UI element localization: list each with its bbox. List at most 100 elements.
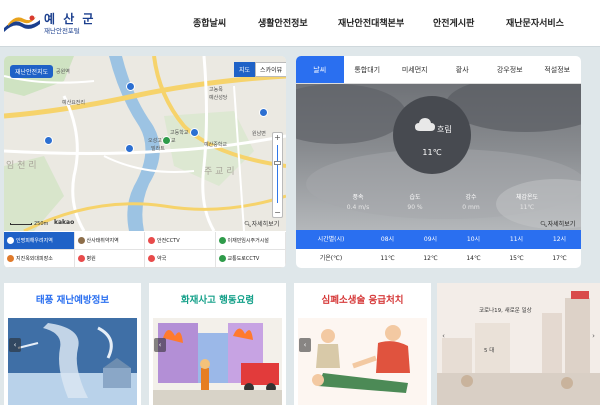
stat-humidity: 습도 90 % — [407, 194, 423, 211]
site-logo[interactable]: 예 산 군 재난안전포털 — [4, 8, 104, 38]
map-label: 임 천 리 — [6, 161, 37, 171]
hourly-temp: 17℃ — [552, 255, 567, 262]
cpr-illustration — [298, 318, 427, 405]
legend-item[interactable]: 지진옥외대피장소 — [4, 250, 75, 268]
hourly-temp-label: 기온(℃) — [319, 255, 343, 262]
hourly-forecast-table: 시간별(시) 08시 09시 10시 11시 12시 기온(℃) 11℃ 12℃… — [296, 230, 581, 268]
hourly-time: 09시 — [423, 236, 438, 243]
legend-marker-icon — [7, 255, 14, 262]
map-view[interactable]: 공원역 예산요전리 고농목 예산성당 고등학교 오성고등학교 빌라트 예산중학교… — [4, 56, 286, 231]
legend-marker-icon — [218, 237, 226, 244]
nav-disaster-sms[interactable]: 재난문자서비스 — [506, 16, 564, 29]
map-label: 예산요전리 — [62, 100, 86, 106]
hourly-time-label: 시간별(시) — [317, 236, 345, 243]
logo-subtitle: 재난안전포털 — [44, 27, 80, 35]
hourly-temp-row: 기온(℃) 11℃ 12℃ 14℃ 15℃ 17℃ — [296, 249, 581, 268]
nav-life-safety[interactable]: 생활안전정보 — [258, 16, 308, 29]
banner-text: 코로나19, 새로운 일상 — [479, 308, 532, 314]
logo-mark-icon — [4, 15, 40, 32]
legend-label: 인명피해우려지역 — [16, 238, 53, 244]
legend-label: 안전CCTV — [157, 238, 180, 244]
card-cpr[interactable]: 심폐소생술 응급처치 ‹ — [294, 283, 431, 405]
map-label: 예산성당 — [209, 95, 228, 101]
card-prev-icon[interactable]: ‹ — [9, 338, 21, 352]
card-prev-icon[interactable]: ‹ — [299, 338, 311, 352]
hourly-temp: 12℃ — [423, 255, 438, 262]
legend-item[interactable]: 인명피해우려지역 — [4, 232, 75, 250]
hourly-temp: 15℃ — [509, 255, 524, 262]
card-typhoon[interactable]: 태풍 재난예방정보 ‹ — [4, 283, 141, 405]
map-more-label: 🔍︎자세히보기 — [244, 221, 280, 228]
zoom-track[interactable] — [277, 145, 278, 203]
legend-marker-icon — [7, 237, 14, 244]
map-type-map-button[interactable]: 지도 — [234, 62, 256, 77]
header-divider — [0, 46, 600, 47]
card-title: 화재사고 행동요령 — [180, 295, 255, 306]
map-label: 고등학교 — [170, 130, 189, 136]
tab-weather[interactable]: 날씨 — [296, 56, 344, 83]
map-type-skyview-button[interactable]: 스카이뷰 — [255, 62, 286, 77]
safety-map-panel: 공원역 예산요전리 고농목 예산성당 고등학교 오성고등학교 빌라트 예산중학교… — [4, 56, 286, 268]
legend-item[interactable]: 이재민임시주거시설 — [215, 232, 286, 250]
map-label: 원남면 — [252, 131, 266, 137]
tab-rainfall[interactable]: 강우정보 — [486, 56, 534, 83]
hourly-time: 10시 — [466, 236, 481, 243]
map-marker-icon[interactable] — [126, 82, 135, 91]
hourly-temp: 14℃ — [466, 255, 481, 262]
legend-marker-icon — [148, 237, 155, 244]
covid-banner[interactable]: 코로나19, 새로운 일상 5 대 ‹ › — [437, 283, 600, 405]
legend-label: 산사태취약지역 — [86, 238, 119, 244]
zoom-out-icon[interactable]: − — [273, 208, 282, 217]
legend-item[interactable]: 교통도로CCTV — [215, 250, 286, 268]
map-label: 빌라트 — [151, 146, 165, 152]
map-label: 주 교 리 — [204, 167, 235, 177]
legend-item[interactable]: 산사태취약지역 — [74, 232, 145, 250]
nav-weather[interactable]: 종합날씨 — [193, 16, 226, 29]
zoom-slider-handle[interactable] — [274, 161, 281, 165]
fire-scene-icon — [153, 318, 282, 405]
nav-safety-board[interactable]: 안전게시판 — [433, 16, 474, 29]
weather-more-link[interactable]: 🔍︎자세히보기 — [540, 219, 575, 228]
map-type-toggle: 지도 스카이뷰 — [234, 62, 286, 77]
nav-disaster-hq[interactable]: 재난안전대책본부 — [338, 16, 404, 29]
map-scale-bar: 250m — [10, 221, 48, 227]
hourly-time: 08시 — [380, 236, 395, 243]
legend-item[interactable]: 안전CCTV — [145, 232, 216, 250]
legend-label: 지진옥외대피장소 — [16, 256, 53, 262]
tab-snowfall[interactable]: 적설정보 — [534, 56, 582, 83]
map-marker-icon[interactable] — [125, 144, 134, 153]
zoom-in-icon[interactable]: + — [273, 133, 282, 142]
tab-yellow-dust[interactable]: 황사 — [439, 56, 487, 83]
typhoon-illustration — [8, 318, 137, 405]
cloud-icon — [415, 118, 435, 131]
map-marker-icon[interactable] — [190, 128, 199, 137]
map-label: 공원역 — [56, 69, 70, 75]
tab-fine-dust[interactable]: 미세먼지 — [391, 56, 439, 83]
stat-feels-like: 체감온도 11℃ — [515, 194, 539, 211]
banner-number: 5 대 — [484, 348, 495, 354]
typhoon-icon — [8, 318, 137, 405]
map-label: 고농목 — [209, 87, 223, 93]
weather-summary-circle: 흐림 11℃ — [393, 96, 471, 174]
map-more-link[interactable]: 🔍︎자세히보기 — [244, 219, 279, 228]
city-illustration-icon — [437, 283, 600, 405]
legend-item[interactable]: 병원 — [74, 250, 145, 268]
card-title: 태풍 재난예방정보 — [35, 295, 110, 306]
map-marker-icon[interactable] — [44, 136, 53, 145]
current-weather: 흐림 11℃ 풍속 0.4 m/s 습도 90 % 강수 0 mm 체감온도 11℃ — [296, 84, 581, 230]
banner-next-icon[interactable]: › — [589, 330, 598, 342]
tab-air-quality[interactable]: 통합대기 — [344, 56, 392, 83]
card-prev-icon[interactable]: ‹ — [154, 338, 166, 352]
map-provider-logo: kakao — [54, 219, 75, 226]
map-marker-icon[interactable] — [259, 108, 268, 117]
weather-condition: 흐림 — [437, 125, 452, 134]
map-tree-marker-icon[interactable] — [162, 136, 171, 145]
legend-item[interactable]: 약국 — [145, 250, 216, 268]
map-legend: 인명피해우려지역 산사태취약지역 안전CCTV 이재민임시주거시설지진옥외대피장소 병원… — [4, 232, 286, 268]
banner-prev-icon[interactable]: ‹ — [439, 330, 448, 342]
card-fire[interactable]: 화재사고 행동요령 ‹ — [149, 283, 286, 405]
legend-label: 교통도로CCTV — [227, 256, 260, 262]
legend-marker-icon — [218, 255, 226, 262]
legend-marker-icon — [77, 255, 85, 262]
hourly-time: 11시 — [509, 236, 524, 243]
